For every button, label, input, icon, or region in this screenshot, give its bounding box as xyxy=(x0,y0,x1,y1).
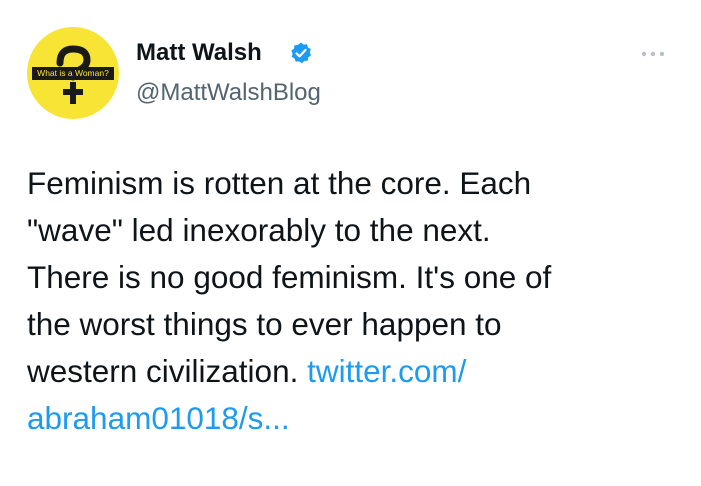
user-handle[interactable]: @MattWalshBlog xyxy=(136,78,321,108)
tweet-card: What is a Woman? Matt Walsh @MattWalshBl… xyxy=(0,0,701,486)
avatar[interactable]: What is a Woman? xyxy=(27,27,119,119)
tweet-body: Feminism is rotten at the core. Each "wa… xyxy=(27,165,552,389)
display-name[interactable]: Matt Walsh xyxy=(136,38,262,68)
verified-badge-icon xyxy=(291,42,311,64)
avatar-text: What is a Woman? xyxy=(32,67,114,80)
tweet-text: Feminism is rotten at the core. Each "wa… xyxy=(27,160,687,442)
more-dots-icon[interactable] xyxy=(640,48,666,60)
